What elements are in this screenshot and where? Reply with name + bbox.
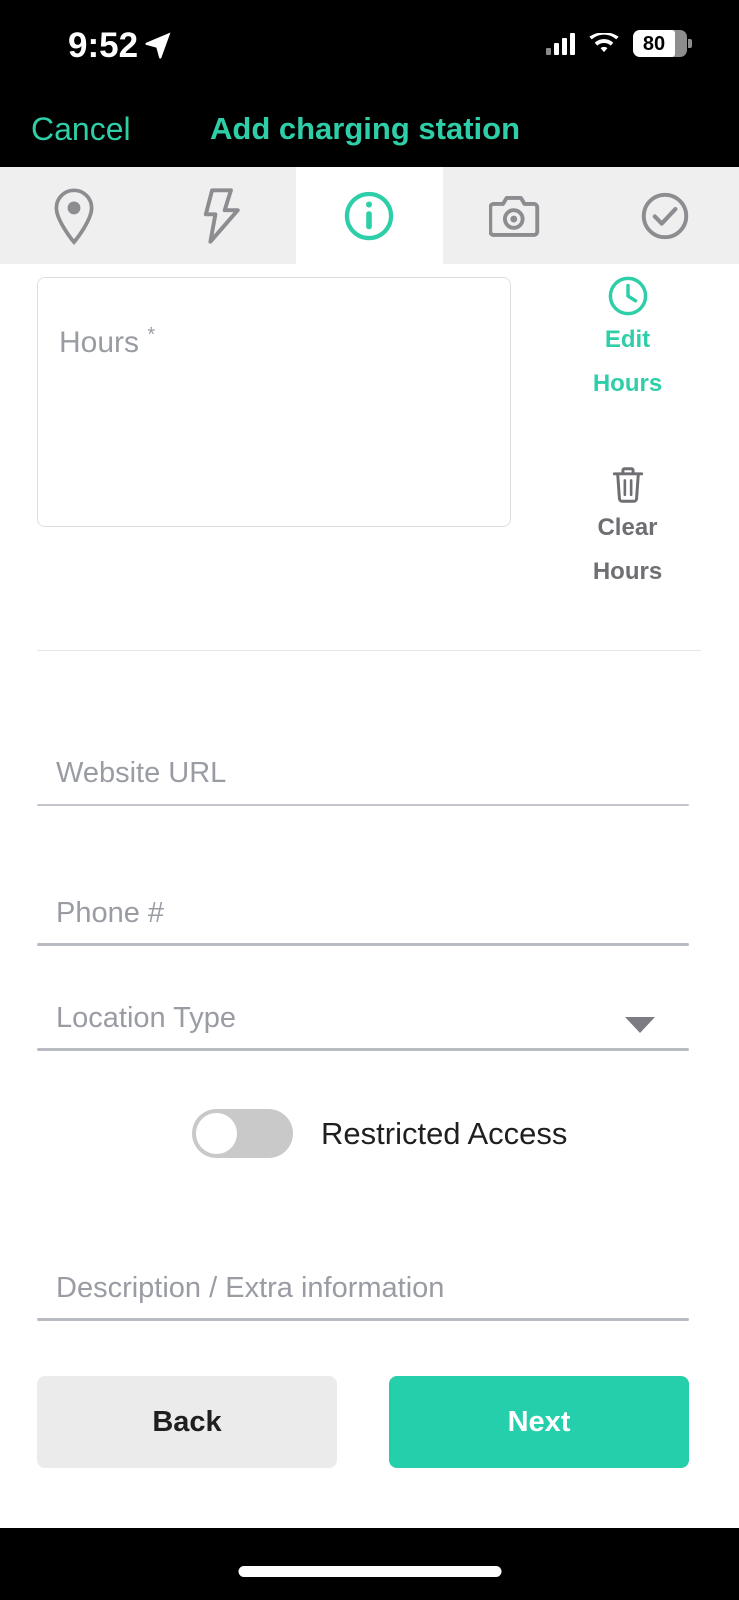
page-title: Add charging station <box>210 111 520 146</box>
tab-location[interactable] <box>0 167 148 264</box>
wifi-icon <box>589 32 619 52</box>
cellular-signal-icon <box>546 32 575 55</box>
status-bar-indicators: 80 <box>546 30 692 57</box>
camera-icon <box>489 195 540 237</box>
phone-placeholder: Phone # <box>56 897 165 929</box>
home-bar <box>0 1528 739 1600</box>
tab-info[interactable] <box>295 167 444 264</box>
tab-charging[interactable] <box>148 167 296 264</box>
location-type-select[interactable]: Location Type <box>37 979 689 1051</box>
lightning-bolt-icon <box>203 187 240 244</box>
tab-review[interactable] <box>591 167 739 264</box>
edit-hours-button[interactable]: Edit Hours <box>593 274 662 406</box>
phone-field[interactable]: Phone # <box>37 874 689 946</box>
edit-hours-label-line1: Edit <box>604 326 651 353</box>
hours-input[interactable]: Hours * <box>37 277 511 527</box>
trash-icon <box>612 467 643 503</box>
description-underline <box>37 1318 689 1321</box>
location-type-underline <box>37 1048 689 1051</box>
website-url-field[interactable]: Website URL <box>37 734 689 806</box>
info-circle-icon <box>345 191 394 240</box>
description-placeholder: Description / Extra information <box>56 1272 445 1304</box>
map-pin-icon <box>54 187 94 245</box>
clear-hours-button[interactable]: Clear Hours <box>593 464 662 594</box>
home-indicator[interactable] <box>238 1566 501 1577</box>
wizard-tab-bar <box>0 167 739 264</box>
phone-screen: 9:52 80 Cancel Add charging station Hour… <box>0 0 739 1600</box>
wizard-footer-buttons: Back Next <box>37 1376 689 1468</box>
tab-photos[interactable] <box>443 167 591 264</box>
phone-underline <box>37 943 689 946</box>
check-circle-icon <box>641 192 689 239</box>
website-url-placeholder: Website URL <box>56 757 227 789</box>
clear-hours-label-line1: Clear <box>597 514 658 541</box>
battery-percent-label: 80 <box>642 32 666 55</box>
location-type-placeholder: Location Type <box>56 1002 237 1034</box>
hours-actions: Edit Hours Clear Hours <box>540 274 715 594</box>
cancel-button[interactable]: Cancel <box>31 108 131 150</box>
status-bar: 9:52 80 <box>0 0 739 92</box>
restricted-access-label: Restricted Access <box>321 1115 568 1151</box>
toggle-knob <box>196 1113 237 1154</box>
edit-hours-label-line2: Hours <box>592 370 663 397</box>
section-divider <box>37 650 701 651</box>
description-field[interactable]: Description / Extra information <box>37 1249 689 1321</box>
battery-icon: 80 <box>633 30 692 57</box>
form-content: Hours * Edit Hours Clear Hours Website U… <box>0 264 739 1528</box>
restricted-access-row: Restricted Access <box>192 1109 567 1158</box>
navigation-bar: Cancel Add charging station <box>0 92 739 167</box>
clear-hours-label-line2: Hours <box>592 558 663 585</box>
status-bar-time: 9:52 <box>68 26 139 65</box>
chevron-down-icon[interactable] <box>625 1017 655 1033</box>
back-button[interactable]: Back <box>37 1376 337 1468</box>
website-url-underline <box>37 804 689 806</box>
location-arrow-icon <box>145 32 171 59</box>
hours-placeholder: Hours * <box>59 324 156 359</box>
restricted-access-toggle[interactable] <box>192 1109 293 1158</box>
next-button[interactable]: Next <box>389 1376 689 1468</box>
clock-icon <box>608 276 647 316</box>
